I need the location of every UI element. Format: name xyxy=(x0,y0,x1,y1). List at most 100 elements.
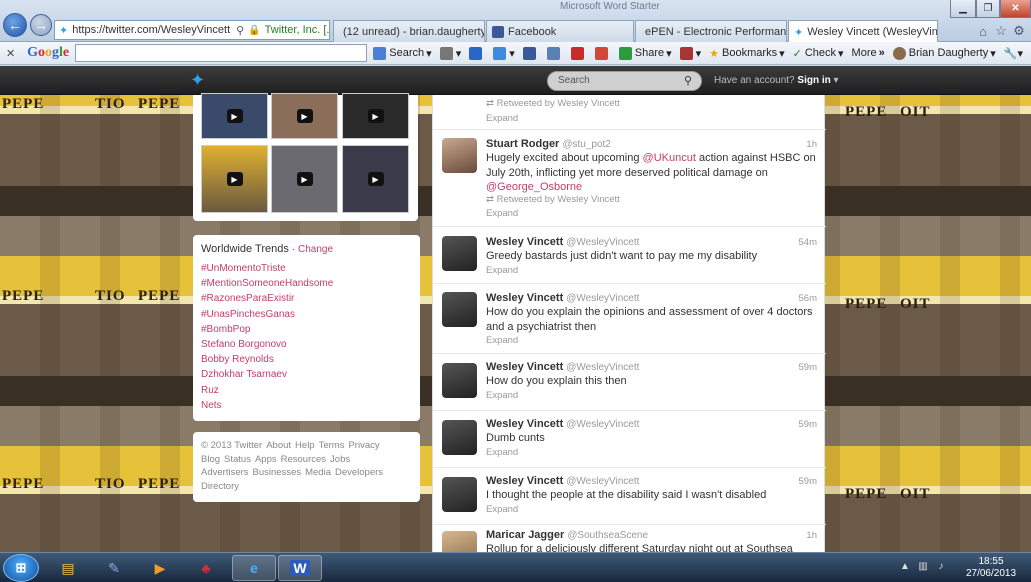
tweet[interactable]: Wesley Vincett @WesleyVincett 54m Greedy … xyxy=(433,227,826,284)
trends-change-link[interactable]: · Change xyxy=(292,244,333,255)
tweet[interactable]: Wesley Vincett @WesleyVincett 56m How do … xyxy=(433,284,826,354)
tweet[interactable]: ⇄ Retweeted by Wesley Vincett Expand xyxy=(433,95,826,130)
footer-link[interactable]: Developers xyxy=(335,467,383,478)
footer-link[interactable]: Blog xyxy=(201,454,220,465)
user-account-button[interactable]: Brian Daugherty ▾ xyxy=(892,46,996,60)
taskbar-games[interactable]: ♣ xyxy=(184,555,228,581)
tweet-time[interactable]: 59m xyxy=(799,419,817,430)
avatar[interactable] xyxy=(442,292,477,327)
facebook-button[interactable] xyxy=(522,46,539,60)
google-search-button[interactable]: Search ▾ xyxy=(373,46,432,60)
start-button[interactable]: ⊞ xyxy=(3,554,39,582)
video-thumbnail[interactable]: ▶ xyxy=(201,93,268,139)
footer-link[interactable]: Status xyxy=(224,454,251,465)
trend-item[interactable]: #MentionSomeoneHandsome xyxy=(201,276,412,291)
forward-button[interactable]: → xyxy=(30,14,52,36)
plus-button[interactable]: ▾ xyxy=(493,46,515,60)
avatar[interactable] xyxy=(442,477,477,512)
more-button[interactable]: More» xyxy=(852,47,885,59)
check-button[interactable]: ✓ Check ▾ xyxy=(793,47,844,60)
tab-facebook[interactable]: Facebook xyxy=(486,20,634,42)
tab-gmail[interactable]: (12 unread) - brian.daugherty... xyxy=(333,20,485,42)
signin-link[interactable]: Sign in xyxy=(797,75,830,86)
expand-link[interactable]: Expand xyxy=(486,335,518,346)
tweet-time[interactable]: 54m xyxy=(799,237,817,248)
avatar[interactable] xyxy=(442,363,477,398)
tweet-author[interactable]: Wesley Vincett @WesleyVincett xyxy=(486,292,639,304)
trend-item[interactable]: #UnasPinchesGanas xyxy=(201,307,412,322)
home-icon[interactable]: ⌂ xyxy=(974,22,992,40)
back-button[interactable]: ← xyxy=(3,13,27,37)
taskbar-internet-explorer[interactable]: e xyxy=(232,555,276,581)
tools-gear-icon[interactable]: ⚙ xyxy=(1010,22,1028,40)
taskbar-media-player[interactable]: ▶ xyxy=(138,555,182,581)
twitter-search-input[interactable]: Search xyxy=(547,71,702,91)
twitter-bird-icon[interactable]: ✦ xyxy=(190,70,205,91)
tab-epen[interactable]: ePEN - Electronic Performance... xyxy=(635,20,787,42)
expand-link[interactable]: Expand xyxy=(486,265,518,276)
page-button[interactable]: ▾ xyxy=(439,46,461,60)
tweet-author[interactable]: Wesley Vincett @WesleyVincett xyxy=(486,361,639,373)
tweet-author[interactable]: Maricar Jagger @SouthseaScene xyxy=(486,529,648,541)
extension-button[interactable]: ▾ xyxy=(679,46,701,60)
favorites-star-icon[interactable]: ☆ xyxy=(992,22,1010,40)
share-button[interactable]: Share ▾ xyxy=(618,46,672,60)
footer-link[interactable]: Directory xyxy=(201,481,239,492)
tweet-author[interactable]: Wesley Vincett @WesleyVincett xyxy=(486,418,639,430)
tweet[interactable]: Stuart Rodger @stu_pot2 1h Hugely excited… xyxy=(433,130,826,227)
tweet[interactable]: Wesley Vincett @WesleyVincett 59m I thoug… xyxy=(433,468,826,525)
taskbar-explorer[interactable]: ▤ xyxy=(46,555,90,581)
tweet-time[interactable]: 56m xyxy=(799,293,817,304)
google-search-input[interactable] xyxy=(75,44,368,62)
cert-label[interactable]: Twitter, Inc. [... xyxy=(265,24,329,36)
footer-link[interactable]: Help xyxy=(295,440,315,451)
expand-link[interactable]: Expand xyxy=(486,113,518,124)
video-thumbnail[interactable]: ▶ xyxy=(271,145,338,213)
avatar[interactable] xyxy=(442,138,477,173)
trend-item[interactable]: Dzhokhar Tsarnaev xyxy=(201,367,412,382)
show-hidden-icons-icon[interactable]: ▲ xyxy=(898,561,912,575)
tweet-author[interactable]: Wesley Vincett @WesleyVincett xyxy=(486,475,639,487)
system-clock[interactable]: 18:55 27/06/2013 xyxy=(960,556,1022,580)
youtube-button[interactable] xyxy=(570,46,587,60)
tweet[interactable]: Wesley Vincett @WesleyVincett 59m How do … xyxy=(433,354,826,411)
search-icon[interactable]: ⚲ xyxy=(684,74,692,87)
avatar[interactable] xyxy=(442,420,477,455)
close-toolbar-icon[interactable]: ✕ xyxy=(4,47,17,60)
trend-item[interactable]: #UnMomentoTriste xyxy=(201,261,412,276)
trend-item[interactable]: Ruz xyxy=(201,383,412,398)
tab-twitter[interactable]: ✦ Wesley Vincett (WesleyVinc... × xyxy=(788,20,938,43)
footer-link[interactable]: Media xyxy=(305,467,331,478)
close-window-button[interactable]: ✕ xyxy=(1000,0,1031,18)
video-thumbnail[interactable]: ▶ xyxy=(342,145,409,213)
search-icon[interactable]: ⚲ xyxy=(236,24,244,37)
lock-icon[interactable]: 🔒 xyxy=(248,25,260,36)
minimize-button[interactable]: ▁ xyxy=(950,0,976,18)
footer-link[interactable]: Businesses xyxy=(253,467,302,478)
tweet-author[interactable]: Wesley Vincett @WesleyVincett xyxy=(486,236,639,248)
footer-link[interactable]: Resources xyxy=(281,454,326,465)
video-thumbnail[interactable]: ▶ xyxy=(342,93,409,139)
tweet-time[interactable]: 59m xyxy=(799,476,817,487)
footer-link[interactable]: Jobs xyxy=(330,454,350,465)
taskbar-word[interactable]: W xyxy=(278,555,322,581)
avatar[interactable] xyxy=(442,236,477,271)
video-thumbnail[interactable]: ▶ xyxy=(271,93,338,139)
footer-link[interactable]: About xyxy=(266,440,291,451)
avatar[interactable] xyxy=(442,531,477,552)
blogger-button[interactable] xyxy=(546,46,563,60)
address-bar[interactable]: ✦ https://twitter.com/WesleyVincett ⚲ 🔒 … xyxy=(54,20,330,40)
translate-button[interactable] xyxy=(594,46,611,60)
footer-link[interactable]: Advertisers xyxy=(201,467,249,478)
expand-link[interactable]: Expand xyxy=(486,504,518,515)
tweet-author[interactable]: Stuart Rodger @stu_pot2 xyxy=(486,138,611,150)
video-thumbnail[interactable]: ▶ xyxy=(201,145,268,213)
tweet-time[interactable]: 1h xyxy=(806,139,817,150)
taskbar-app[interactable]: ✎ xyxy=(92,555,136,581)
maximize-button[interactable]: ❐ xyxy=(976,0,1000,18)
settings-button[interactable]: 🔧 ▾ xyxy=(1004,47,1023,60)
bookmarks-button[interactable]: ★ Bookmarks ▾ xyxy=(709,47,784,60)
mention-link[interactable]: @UKuncut xyxy=(643,152,696,164)
expand-link[interactable]: Expand xyxy=(486,390,518,401)
tweet-time[interactable]: 1h xyxy=(806,530,817,541)
